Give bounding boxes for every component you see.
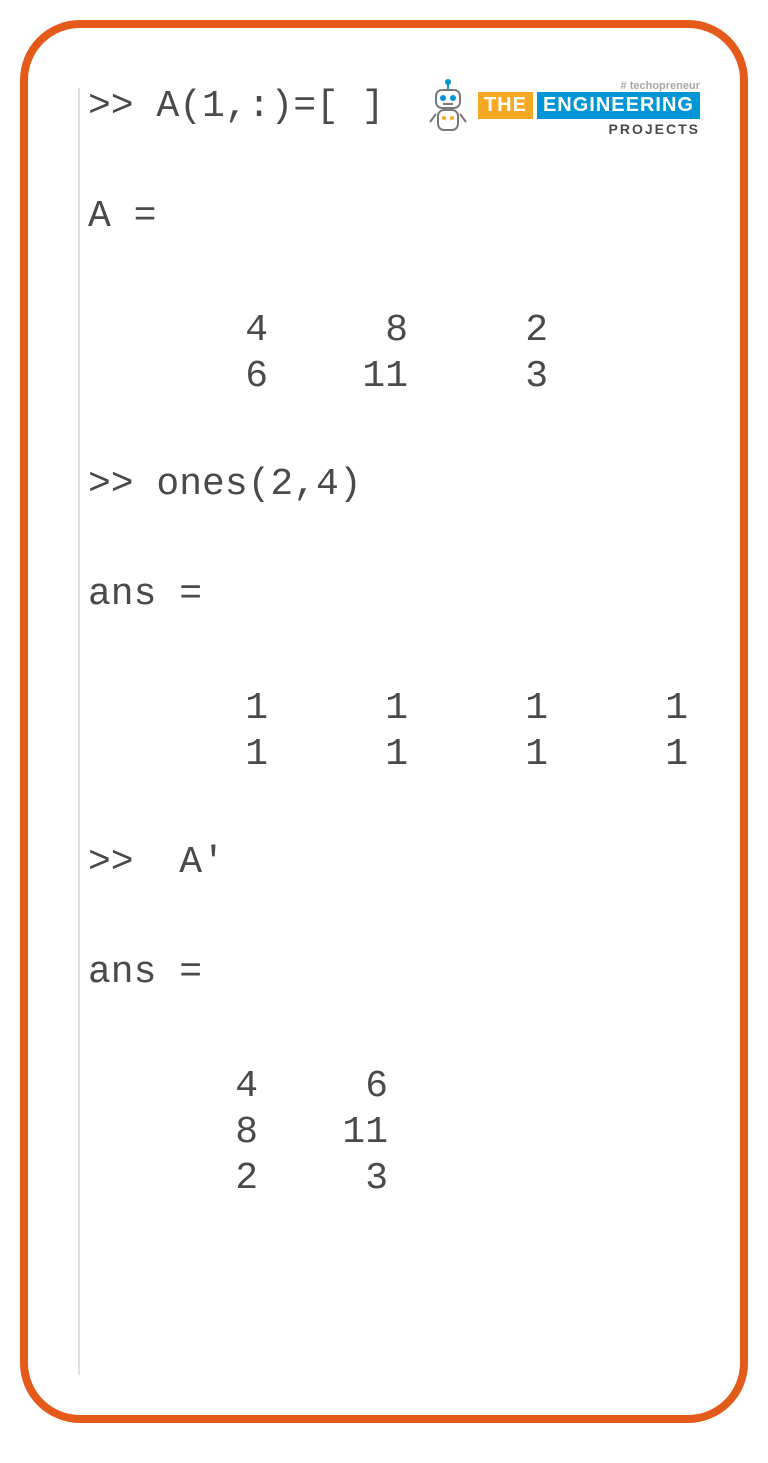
matrix-cell: 6 bbox=[258, 1064, 388, 1110]
ans-label-1: ans = bbox=[88, 576, 700, 620]
table-row: 1 1 1 1 bbox=[128, 732, 688, 778]
matrix-cell: 4 bbox=[128, 308, 268, 354]
matrix-cell: 6 bbox=[128, 354, 268, 400]
ans-label-2: ans = bbox=[88, 954, 700, 998]
matrix-cell: 1 bbox=[128, 686, 268, 732]
matrix-cell: 1 bbox=[408, 686, 548, 732]
table-row: 6 11 3 bbox=[128, 354, 548, 400]
matrix-cell: 1 bbox=[548, 686, 688, 732]
matrix-cell: 3 bbox=[258, 1156, 388, 1202]
matrix-cell: 11 bbox=[268, 354, 408, 400]
command-line-3[interactable]: >> A' bbox=[88, 844, 700, 888]
matrix-cell: 4 bbox=[128, 1064, 258, 1110]
variable-label-A: A = bbox=[88, 198, 700, 242]
matrix-cell: 1 bbox=[268, 732, 408, 778]
matrix-cell: 8 bbox=[128, 1110, 258, 1156]
matrix-cell: 8 bbox=[268, 308, 408, 354]
matrix-A-transpose-output: 4 6 8 11 2 3 bbox=[128, 1064, 388, 1202]
table-row: 1 1 1 1 bbox=[128, 686, 688, 732]
table-row: 2 3 bbox=[128, 1156, 388, 1202]
bordered-frame: # techopreneur THE ENGINEERING PROJECTS … bbox=[20, 20, 748, 1423]
matrix-cell: 2 bbox=[408, 308, 548, 354]
matrix-cell: 1 bbox=[128, 732, 268, 778]
matrix-cell: 1 bbox=[548, 732, 688, 778]
matrix-cell: 2 bbox=[128, 1156, 258, 1202]
matrix-A-output: 4 8 2 6 11 3 bbox=[128, 308, 548, 400]
matlab-command-window: >> A(1,:)=[ ] A = 4 8 2 6 11 3 >> ones(2… bbox=[78, 88, 700, 1375]
table-row: 4 8 2 bbox=[128, 308, 548, 354]
matrix-ones-output: 1 1 1 1 1 1 1 1 bbox=[128, 686, 688, 778]
matrix-cell: 1 bbox=[268, 686, 408, 732]
matrix-cell: 3 bbox=[408, 354, 548, 400]
table-row: 8 11 bbox=[128, 1110, 388, 1156]
command-line-2[interactable]: >> ones(2,4) bbox=[88, 466, 700, 510]
command-line-1[interactable]: >> A(1,:)=[ ] bbox=[88, 88, 700, 132]
matrix-cell: 1 bbox=[408, 732, 548, 778]
table-row: 4 6 bbox=[128, 1064, 388, 1110]
matrix-cell: 11 bbox=[258, 1110, 388, 1156]
